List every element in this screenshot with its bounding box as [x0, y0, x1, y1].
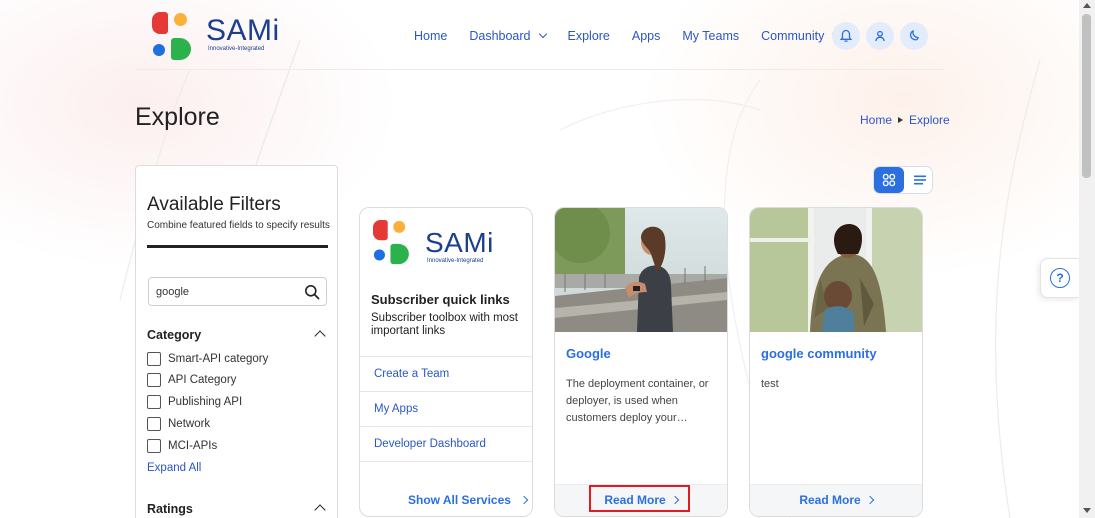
ratings-section-title[interactable]: Ratings: [147, 502, 193, 516]
nav-my-teams[interactable]: My Teams: [682, 29, 739, 43]
quick-links-subtitle: Subscriber toolbox with most important l…: [371, 312, 519, 337]
card-description: test: [761, 378, 779, 390]
nav-explore-label: Explore: [567, 29, 610, 43]
quick-links-card: SAMi Innovative-Integrated Subscriber qu…: [359, 207, 533, 517]
category-section-title[interactable]: Category: [147, 328, 201, 342]
category-option-label: Smart-API category: [168, 353, 269, 365]
card-image-photo: [555, 208, 727, 332]
card-image-photo: [750, 208, 922, 332]
chevron-down-icon: [538, 29, 547, 39]
quick-links-brand-tagline: Innovative-Integrated: [427, 258, 484, 264]
search-icon[interactable]: [304, 284, 320, 300]
highlight-box: [589, 485, 690, 512]
read-more-label: Read More: [799, 493, 861, 507]
quick-links-brand-name: SAMi: [425, 227, 494, 258]
theme-toggle-button[interactable]: [900, 22, 928, 50]
help-icon: ?: [1050, 268, 1070, 288]
category-option[interactable]: Publishing API: [147, 395, 242, 409]
filters-subtitle: Combine featured fields to specify resul…: [147, 220, 330, 231]
search-input[interactable]: google: [148, 277, 327, 306]
category-option[interactable]: Smart-API category: [147, 352, 268, 366]
chevron-up-icon[interactable]: [314, 330, 326, 342]
checkbox[interactable]: [147, 439, 161, 453]
category-option[interactable]: API Category: [147, 373, 236, 387]
brand-logo[interactable]: SAMi Innovative-Integrated: [152, 12, 282, 62]
logo-mark-icon: [152, 12, 196, 60]
checkbox[interactable]: [147, 395, 161, 409]
scrollbar-thumb[interactable]: [1082, 14, 1091, 178]
breadcrumb: Home Explore: [860, 113, 950, 127]
list-icon: [914, 175, 926, 185]
show-all-services-link[interactable]: Show All Services: [408, 493, 529, 507]
checkbox[interactable]: [147, 417, 161, 431]
filters-title: Available Filters: [147, 194, 281, 215]
profile-button[interactable]: [866, 22, 894, 50]
category-option-label: API Category: [168, 374, 237, 386]
card-title[interactable]: Google: [566, 346, 611, 361]
filters-panel: Available Filters Combine featured field…: [135, 165, 338, 518]
category-option-label: Network: [168, 418, 211, 430]
nav-home[interactable]: Home: [414, 29, 447, 43]
show-all-services-label: Show All Services: [408, 493, 511, 507]
view-toggle: [873, 166, 933, 194]
card-description: The deployment container, or deployer, i…: [566, 378, 709, 424]
quick-link-developer-dashboard[interactable]: Developer Dashboard: [360, 426, 532, 461]
list-view-button[interactable]: [908, 167, 932, 193]
chevron-up-icon[interactable]: [314, 504, 326, 516]
notifications-button[interactable]: [832, 22, 860, 50]
category-option-label: Publishing API: [168, 396, 243, 408]
nav-community-label: Community: [761, 29, 825, 43]
quick-link-my-apps[interactable]: My Apps: [360, 391, 532, 426]
nav-dashboard-label: Dashboard: [469, 29, 531, 43]
chevron-right-icon: [519, 495, 529, 505]
user-icon: [875, 30, 885, 42]
nav-community[interactable]: Community: [761, 29, 841, 43]
quick-links-logo: SAMi Innovative-Integrated: [373, 220, 513, 270]
logo-mark-icon: [373, 220, 413, 265]
grid-icon: [882, 173, 896, 187]
nav-apps-label: Apps: [631, 29, 661, 43]
quick-link-create-team[interactable]: Create a Team: [360, 356, 532, 391]
bell-icon: [839, 29, 853, 42]
breadcrumb-current[interactable]: Explore: [909, 113, 950, 127]
service-card-google[interactable]: Google The deployment container, or depl…: [554, 207, 728, 517]
main-nav: Home Dashboard Explore Apps My Teams Com…: [414, 24, 861, 48]
checkbox[interactable]: [147, 373, 161, 387]
breadcrumb-home[interactable]: Home: [860, 113, 892, 127]
category-option-label: MCI-APIs: [168, 440, 218, 452]
quick-links-title: Subscriber quick links: [371, 292, 510, 307]
nav-home-label: Home: [414, 29, 448, 43]
top-header: SAMi Innovative-Integrated Home Dashboar…: [136, 0, 944, 70]
brand-tagline: Innovative-Integrated: [208, 46, 265, 52]
read-more-button[interactable]: Read More: [750, 493, 922, 507]
grid-view-button[interactable]: [874, 167, 904, 193]
moon-icon: [909, 30, 919, 41]
scroll-down-icon[interactable]: [1083, 508, 1091, 513]
chevron-right-icon: [865, 495, 874, 505]
filters-divider: [147, 245, 328, 248]
brand-name: SAMi: [206, 14, 280, 47]
service-card-google-community[interactable]: google community test Read More: [749, 207, 923, 517]
nav-my-teams-label: My Teams: [682, 29, 740, 43]
category-option[interactable]: Network: [147, 417, 210, 431]
help-button[interactable]: ?: [1040, 258, 1080, 298]
scroll-up-icon[interactable]: [1083, 3, 1091, 8]
quick-links-divider: [360, 461, 532, 462]
expand-all-link[interactable]: Expand All: [147, 462, 201, 474]
card-image[interactable]: [555, 208, 727, 332]
category-option[interactable]: MCI-APIs: [147, 439, 217, 453]
card-image[interactable]: [750, 208, 922, 332]
search-input-value[interactable]: google: [156, 286, 189, 298]
breadcrumb-separator-icon: [898, 117, 904, 123]
page-title: Explore: [135, 103, 220, 131]
checkbox[interactable]: [147, 352, 161, 366]
nav-explore[interactable]: Explore: [568, 29, 610, 43]
vertical-scrollbar[interactable]: [1079, 0, 1095, 518]
nav-apps[interactable]: Apps: [632, 29, 661, 43]
nav-dashboard[interactable]: Dashboard: [469, 29, 547, 43]
card-title[interactable]: google community: [761, 346, 877, 361]
